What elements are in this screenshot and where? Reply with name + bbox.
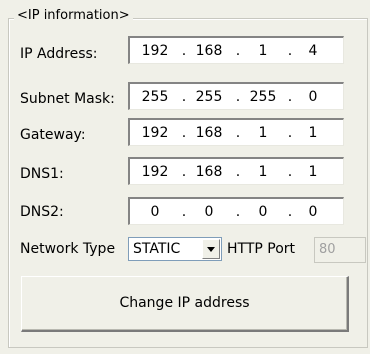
dns2-octet-4[interactable]: 0 — [296, 203, 330, 221]
ip-address-field[interactable]: 192 . 168 . 1 . 4 — [128, 36, 344, 64]
network-type-select[interactable]: STATIC — [128, 237, 222, 261]
gateway-field[interactable]: 192 . 168 . 1 . 1 — [128, 118, 344, 146]
separator-dot: . — [287, 204, 293, 220]
ip-address-label: IP Address: — [20, 46, 98, 62]
dns1-octet-1[interactable]: 192 — [138, 163, 172, 181]
separator-dot: . — [235, 204, 241, 220]
separator-dot: . — [181, 164, 187, 180]
dns2-octet-3[interactable]: 0 — [246, 203, 280, 221]
subnet-mask-octet-2[interactable]: 255 — [192, 88, 226, 106]
dns1-field[interactable]: 192 . 168 . 1 . 1 — [128, 157, 344, 185]
subnet-mask-octet-4[interactable]: 0 — [296, 88, 330, 106]
dns1-label: DNS1: — [20, 166, 64, 182]
separator-dot: . — [181, 125, 187, 141]
separator-dot: . — [181, 204, 187, 220]
separator-dot: . — [235, 43, 241, 59]
gateway-label: Gateway: — [20, 127, 86, 143]
http-port-input[interactable]: 80 — [314, 237, 366, 263]
dns2-octet-2[interactable]: 0 — [192, 203, 226, 221]
separator-dot: . — [181, 89, 187, 105]
ip-address-octet-3[interactable]: 1 — [246, 42, 280, 60]
gateway-octet-2[interactable]: 168 — [192, 124, 226, 142]
dns2-field[interactable]: 0 . 0 . 0 . 0 — [128, 197, 344, 225]
separator-dot: . — [287, 89, 293, 105]
separator-dot: . — [287, 164, 293, 180]
ip-address-octet-4[interactable]: 4 — [296, 42, 330, 60]
dns1-octet-4[interactable]: 1 — [296, 163, 330, 181]
dns1-octet-3[interactable]: 1 — [246, 163, 280, 181]
subnet-mask-field[interactable]: 255 . 255 . 255 . 0 — [128, 82, 344, 110]
separator-dot: . — [235, 89, 241, 105]
gateway-octet-4[interactable]: 1 — [296, 124, 330, 142]
subnet-mask-label: Subnet Mask: — [20, 91, 115, 107]
chevron-down-icon[interactable] — [202, 239, 220, 259]
separator-dot: . — [181, 43, 187, 59]
group-title: <IP information> — [14, 8, 133, 24]
ip-address-octet-2[interactable]: 168 — [192, 42, 226, 60]
http-port-label: HTTP Port — [227, 241, 296, 257]
dns2-octet-1[interactable]: 0 — [138, 203, 172, 221]
separator-dot: . — [287, 125, 293, 141]
separator-dot: . — [235, 164, 241, 180]
gateway-octet-3[interactable]: 1 — [246, 124, 280, 142]
ip-address-octet-1[interactable]: 192 — [138, 42, 172, 60]
subnet-mask-octet-3[interactable]: 255 — [246, 88, 280, 106]
separator-dot: . — [235, 125, 241, 141]
gateway-octet-1[interactable]: 192 — [138, 124, 172, 142]
dns2-label: DNS2: — [20, 204, 64, 220]
dns1-octet-2[interactable]: 168 — [192, 163, 226, 181]
network-type-label: Network Type — [20, 241, 116, 257]
separator-dot: . — [287, 43, 293, 59]
change-ip-address-button[interactable]: Change IP address — [21, 276, 349, 332]
network-type-value: STATIC — [133, 241, 181, 257]
subnet-mask-octet-1[interactable]: 255 — [138, 88, 172, 106]
